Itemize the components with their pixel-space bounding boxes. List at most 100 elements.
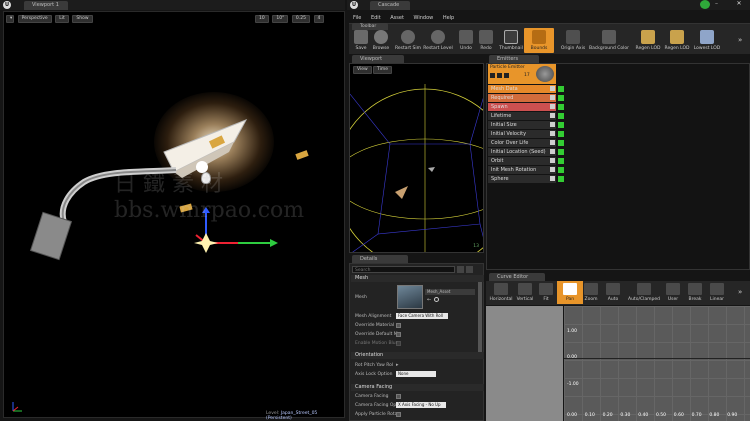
details-search-input[interactable]: Search xyxy=(352,266,455,273)
view-button[interactable]: View xyxy=(353,66,372,74)
module-7[interactable]: Initial Location (Seed) xyxy=(488,148,564,156)
lit-button[interactable]: Lit xyxy=(55,15,69,23)
left-viewport[interactable]: 日 鐵 素 材 bbs.wmrpao.com Level: Japan_Stre… xyxy=(3,11,345,421)
cascade-viewport[interactable]: 13 xyxy=(349,63,484,253)
menu-help[interactable]: Help xyxy=(443,15,454,21)
module-1[interactable]: Required xyxy=(488,94,564,102)
curve-linear-button[interactable]: Linear xyxy=(704,283,730,302)
angle-snap-button[interactable]: 10° xyxy=(272,15,289,23)
grid-snap-button[interactable]: 10 xyxy=(255,15,269,23)
browse-asset-icon[interactable] xyxy=(434,297,439,302)
curve-graph-icon[interactable] xyxy=(558,113,564,119)
curve-graph-icon[interactable] xyxy=(558,158,564,164)
curve-graph-icon[interactable] xyxy=(558,149,564,155)
curve-horizontal-button[interactable]: Horizontal xyxy=(488,283,514,302)
time-button[interactable]: Time xyxy=(373,66,393,74)
view-options-icon[interactable] xyxy=(466,266,473,273)
background-color-button[interactable]: Background Color xyxy=(588,30,630,51)
search-icon[interactable] xyxy=(457,266,464,273)
curve-graph-icon[interactable] xyxy=(558,104,564,110)
use-selected-icon[interactable]: ← xyxy=(427,297,432,303)
browse-button[interactable]: Browse xyxy=(366,30,396,51)
menu-asset[interactable]: Asset xyxy=(390,15,404,21)
restart-sim-icon xyxy=(401,30,415,44)
bounds-button[interactable]: Bounds xyxy=(524,28,554,53)
show-button[interactable]: Show xyxy=(72,15,93,23)
curve-graph-icon[interactable] xyxy=(558,131,564,137)
section-camera-facing[interactable]: Camera Facing xyxy=(351,384,484,391)
emitter-header[interactable]: Particle Emitter 17 xyxy=(488,64,556,84)
axis-lock-dropdown[interactable]: None xyxy=(396,371,436,377)
thumbnail-button[interactable]: Thumbnail xyxy=(496,30,526,51)
close-icon[interactable]: ✕ xyxy=(732,0,746,9)
module-3[interactable]: Lifetime xyxy=(488,112,564,120)
curve-graph[interactable] xyxy=(564,306,750,421)
module-8[interactable]: Orbit xyxy=(488,157,564,165)
module-enable-checkbox[interactable] xyxy=(550,86,555,91)
section-mesh[interactable]: Mesh xyxy=(351,275,484,282)
module-enable-checkbox[interactable] xyxy=(550,122,555,127)
camera-facing-dropdown[interactable]: X Axis Facing - No Up xyxy=(396,402,446,408)
x-label: 0.70 xyxy=(691,413,702,418)
curve-graph-icon[interactable] xyxy=(558,95,564,101)
menu-window[interactable]: Window xyxy=(414,15,434,21)
tab-toolbar[interactable]: Toolbar xyxy=(352,23,388,30)
camera-facing-checkbox[interactable] xyxy=(396,394,401,399)
scale-snap-button[interactable]: 0.25 xyxy=(291,15,310,23)
override-default-checkbox[interactable] xyxy=(396,332,401,337)
module-enable-checkbox[interactable] xyxy=(550,95,555,100)
tab-cascade[interactable]: Cascade xyxy=(370,1,410,10)
curve-graph-icon[interactable] xyxy=(558,86,564,92)
module-enable-checkbox[interactable] xyxy=(550,131,555,136)
emitter-render-icon[interactable] xyxy=(504,73,509,78)
section-orientation[interactable]: Orientation xyxy=(351,352,484,359)
camera-speed-button[interactable]: 4 xyxy=(313,15,325,23)
module-enable-checkbox[interactable] xyxy=(550,149,555,154)
module-enable-checkbox[interactable] xyxy=(550,167,555,172)
menu-file[interactable]: File xyxy=(353,15,361,21)
curve-graph-icon[interactable] xyxy=(558,122,564,128)
enable-motion-blur-checkbox[interactable] xyxy=(396,341,401,346)
perspective-button[interactable]: Perspective xyxy=(17,15,52,23)
module-2[interactable]: Spawn xyxy=(488,103,564,111)
restart-level-button[interactable]: Restart Level xyxy=(421,30,455,51)
rot-pitch-arrow-icon[interactable]: ▸ xyxy=(396,362,399,368)
curve-track-list[interactable] xyxy=(486,306,563,421)
module-enable-checkbox[interactable] xyxy=(550,113,555,118)
override-material-checkbox[interactable] xyxy=(396,323,401,328)
module-enable-checkbox[interactable] xyxy=(550,104,555,109)
mesh-asset-dropdown[interactable]: Mesh_Asset xyxy=(425,289,475,295)
curve-auto-clamped-button[interactable]: Auto/Clamped xyxy=(627,283,661,302)
details-scrollbar[interactable] xyxy=(478,276,482,356)
origin-axis-button[interactable]: Origin Axis xyxy=(558,30,588,51)
module-0[interactable]: Mesh Data xyxy=(488,85,564,93)
toolbar-overflow-icon[interactable]: » xyxy=(738,36,742,44)
module-5[interactable]: Initial Velocity xyxy=(488,130,564,138)
curve-toolbar-overflow-icon[interactable]: » xyxy=(738,288,742,296)
module-9[interactable]: Init Mesh Rotation xyxy=(488,166,564,174)
emitter-solo-icon[interactable] xyxy=(497,73,502,78)
minimize-icon[interactable]: – xyxy=(712,0,721,9)
menu-edit[interactable]: Edit xyxy=(371,15,381,21)
apply-particle-rot-checkbox[interactable] xyxy=(396,412,401,417)
mesh-thumbnail[interactable] xyxy=(397,285,423,309)
lowest-lod-button[interactable]: Lowest LOD xyxy=(690,30,724,51)
curve-auto-button[interactable]: Auto xyxy=(600,283,626,302)
curve-graph-icon[interactable] xyxy=(558,176,564,182)
curve-fit-button[interactable]: Fit xyxy=(533,283,559,302)
mesh-alignment-dropdown[interactable]: Face Camera With Roll xyxy=(396,313,448,319)
emitter-toggle-icon[interactable] xyxy=(490,73,495,78)
viewport-menu-button[interactable]: ▾ xyxy=(6,15,14,23)
module-enable-checkbox[interactable] xyxy=(550,176,555,181)
restart-sim-button[interactable]: Restart Sim xyxy=(393,30,423,51)
module-10[interactable]: Sphere xyxy=(488,175,564,183)
module-4[interactable]: Initial Size xyxy=(488,121,564,129)
curve-graph-icon[interactable] xyxy=(558,167,564,173)
module-6[interactable]: Color Over Life xyxy=(488,139,564,147)
regen-lod-2-button[interactable]: Regen LOD xyxy=(662,30,692,51)
regen-lod-button[interactable]: Regen LOD xyxy=(633,30,663,51)
tab-viewport-1[interactable]: Viewport 1 xyxy=(24,1,68,10)
module-enable-checkbox[interactable] xyxy=(550,158,555,163)
curve-graph-icon[interactable] xyxy=(558,140,564,146)
module-enable-checkbox[interactable] xyxy=(550,140,555,145)
